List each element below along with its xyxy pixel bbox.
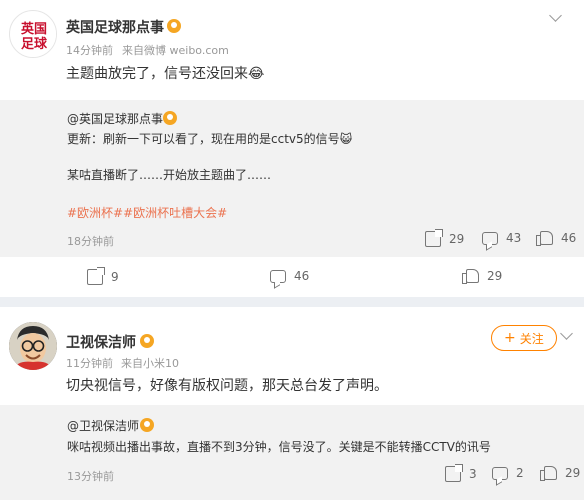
avatar-cartoon-face [9,322,57,370]
repost-share-count: 3 [469,467,477,481]
like-icon [536,231,553,246]
repost-line-2: 某咕直播断了……开始放主题曲了…… [67,168,272,182]
verified-badge-icon [163,111,177,125]
repost-time[interactable]: 18分钟前 [67,233,114,249]
weibo-post-1: 英国 足球 英国足球那点事 14分钟前 来自 微博 weibo.com 主题曲放… [0,0,584,100]
post1-share-button[interactable]: 9 [87,267,119,285]
post1-text: 主题曲放完了，信号还没回来😂 [66,66,265,82]
avatar-logo: 英国 足球 [11,12,56,57]
post1-repost-card[interactable]: @英国足球那点事 更新：刷新一下可以看了，现在用的是cctv5的信号😺 某咕直播… [0,100,584,257]
avatar-weishibaojieshi[interactable] [9,322,57,370]
share-icon [425,229,443,247]
repost-like-count: 46 [561,231,577,245]
verified-badge-icon [140,418,154,432]
post1-time[interactable]: 14分钟前 [66,42,113,58]
post2-repost-card[interactable]: @卫视保洁师 咪咕视频出播出事故，直播不到3分钟，信号没了。关键是不能转播CCT… [0,405,584,500]
post1-comment-button[interactable]: 46 [270,269,309,283]
post1-action-bar: 9 46 29 [0,257,584,297]
comment-icon [270,269,286,283]
comment-icon [492,466,508,480]
repost-share-count: 29 [449,232,465,246]
repost-comment-button[interactable]: 2 [492,466,524,480]
post1-like-button[interactable]: 29 [462,269,503,284]
repost-comment-count: 43 [506,231,522,245]
repost-comment-button[interactable]: 43 [482,231,521,245]
post1-like-count: 29 [487,269,503,283]
post-divider [0,297,584,307]
like-icon [462,269,479,284]
repost-line-1: 咪咕视频出播出事故，直播不到3分钟，信号没了。关键是不能转播CCTV的讯号 [67,440,491,454]
comment-icon [482,231,498,245]
repost-share-button[interactable]: 3 [445,464,477,482]
repost-like-count: 29 [565,466,581,480]
like-icon [540,466,557,481]
post1-comment-count: 46 [294,269,310,283]
repost-author[interactable]: @英国足球那点事 [67,110,163,127]
repost-comment-count: 2 [516,466,524,480]
verified-badge-icon [167,19,181,33]
svg-text:英国: 英国 [20,21,47,37]
repost-topic-tags[interactable]: #欧洲杯##欧洲杯吐槽大会# [67,204,227,221]
repost-line-1: 更新：刷新一下可以看了，现在用的是cctv5的信号😺 [67,132,353,146]
repost-author[interactable]: @卫视保洁师 [67,417,139,434]
repost-like-button[interactable]: 46 [536,231,577,246]
share-icon [87,267,105,285]
repost-like-button[interactable]: 29 [540,466,581,481]
post2-source[interactable]: 小米10 [143,355,179,371]
post1-source-prefix: 来自 [122,44,144,57]
chevron-down-icon[interactable] [549,9,562,22]
repost-share-button[interactable]: 29 [425,229,465,247]
follow-button[interactable]: + 关注 [491,325,557,351]
plus-icon: + [504,330,516,346]
post1-source[interactable]: 微博 weibo.com [144,42,229,58]
chevron-down-icon[interactable] [560,327,573,340]
verified-badge-icon [140,334,154,348]
post2-time[interactable]: 11分钟前 [66,355,113,371]
post1-share-count: 9 [111,270,119,284]
avatar-yingguozuqiu[interactable]: 英国 足球 [9,10,57,58]
post1-username[interactable]: 英国足球那点事 [66,17,164,37]
post2-source-prefix: 来自 [121,357,143,370]
follow-label: 关注 [519,331,544,346]
svg-text:足球: 足球 [21,36,48,52]
share-icon [445,464,463,482]
post2-text: 切央视信号，好像有版权问题，那天总台发了声明。 [66,378,388,394]
repost-time[interactable]: 13分钟前 [67,468,114,484]
weibo-post-2: 卫视保洁师 + 关注 11分钟前 来自 小米10 切央视信号，好像有版权问题，那… [0,307,584,405]
post2-username[interactable]: 卫视保洁师 [66,332,136,352]
